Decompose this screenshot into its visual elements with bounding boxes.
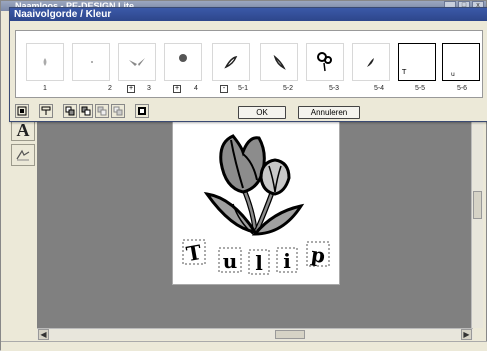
thumb-label: 4: [194, 85, 198, 92]
thumb-5-2-shape: [273, 54, 286, 70]
thumb-5-3-shape: [317, 52, 332, 72]
thumb-label: 5-3: [328, 85, 340, 92]
text-tool-icon: A: [16, 119, 30, 140]
thread-color-button[interactable]: [135, 104, 149, 118]
left-toolbar: A: [11, 119, 37, 166]
select-tool-icon: [16, 149, 30, 161]
sew-order-icon: [41, 106, 51, 115]
thumb-4-shape: [179, 54, 187, 62]
thumb-label: 5-2: [282, 85, 294, 92]
sew-order-button[interactable]: [39, 104, 53, 118]
letter-u: u: [223, 249, 238, 273]
cancel-button[interactable]: Annuleren: [298, 106, 360, 119]
letter-t: T: [184, 240, 203, 266]
thumb-5-4-shape: [367, 58, 374, 67]
tulip-design: T u l i p: [182, 134, 330, 275]
letter-i: i: [283, 249, 291, 273]
move-front-icon: [65, 106, 75, 116]
thumb-3[interactable]: [118, 43, 156, 81]
scroll-left-icon[interactable]: ◀: [38, 329, 49, 340]
thumb-5-2[interactable]: [260, 43, 298, 81]
thumb-label: 5-6: [456, 85, 468, 92]
thumb-label: 5-5: [414, 85, 426, 92]
move-to-back-button[interactable]: [111, 104, 125, 118]
thumb-2-shape: [91, 61, 93, 63]
sewing-order-dialog: Naaivolgorde / Kleur 1 2 + 3 + 4 - 5-1 5…: [9, 7, 487, 122]
thumb-5-6-shape: u: [451, 71, 455, 78]
zoom-icon: [17, 106, 27, 116]
thumb-2[interactable]: [72, 43, 110, 81]
letter-l: l: [255, 251, 263, 275]
move-forward-icon: [81, 106, 91, 116]
move-back-icon: [97, 106, 107, 116]
thumb-label: 1: [43, 85, 47, 92]
dialog-toolbar: [15, 104, 149, 118]
scroll-right-icon[interactable]: ▶: [461, 329, 472, 340]
thumb-5-5-shape: T: [401, 68, 407, 76]
thumb-label: 2: [108, 85, 112, 92]
horizontal-scroll-thumb[interactable]: [275, 330, 305, 339]
dialog-title: Naaivolgorde / Kleur: [10, 8, 487, 21]
letter-p: p: [310, 242, 327, 268]
zoom-button[interactable]: [15, 104, 29, 118]
thumb-5-6[interactable]: u: [442, 43, 480, 81]
thumb-5-3[interactable]: [306, 43, 344, 81]
thumb-5-4[interactable]: [352, 43, 390, 81]
thumb-5-5[interactable]: T: [398, 43, 436, 81]
thumb-1[interactable]: [26, 43, 64, 81]
move-to-front-button[interactable]: [63, 104, 77, 118]
thread-color-icon: [138, 107, 146, 115]
thumb-label: 5-4: [373, 85, 385, 92]
ok-button[interactable]: OK: [238, 106, 286, 119]
thumb-label: 5-1: [237, 85, 249, 92]
thumb-5-1[interactable]: [212, 43, 250, 81]
thumb-label: 3: [147, 85, 151, 92]
thumb-4[interactable]: [164, 43, 202, 81]
design-page[interactable]: T u l i p: [172, 121, 340, 285]
horizontal-scrollbar[interactable]: ◀ ▶: [37, 328, 473, 340]
svg-text:T: T: [401, 68, 407, 76]
move-forward-button[interactable]: [79, 104, 93, 118]
svg-text:u: u: [451, 71, 455, 78]
move-backward-button[interactable]: [95, 104, 109, 118]
thumb-5-1-shape: [224, 55, 238, 69]
thumb-1-shape: [43, 58, 47, 66]
move-to-back-icon: [113, 106, 123, 116]
text-tool-button[interactable]: A: [11, 119, 35, 141]
vertical-scroll-thumb[interactable]: [473, 191, 482, 219]
thumbnail-strip[interactable]: 1 2 + 3 + 4 - 5-1 5-2 5-3 5-4 T 5-5 u 5-…: [15, 30, 483, 98]
vertical-scrollbar[interactable]: [471, 119, 483, 328]
thumb-3-shape: [129, 58, 145, 66]
app-window: Naamloos - PE-DESIGN Lite _ □ x A ◀ ▶ T …: [0, 0, 487, 351]
select-tool-button[interactable]: [11, 144, 35, 166]
